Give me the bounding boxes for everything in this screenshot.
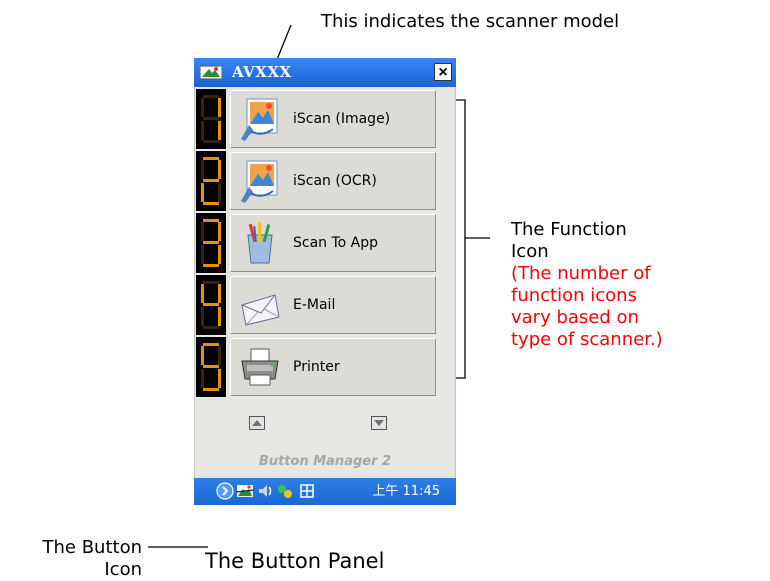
button-icon-annotation: The Button Icon: [42, 537, 143, 580]
digit-display-4: [196, 275, 226, 335]
arrow-up-icon: [252, 420, 262, 426]
iscan-image-label: iScan (Image): [293, 111, 391, 127]
digit-display-2: [196, 151, 226, 211]
network-icon[interactable]: [276, 482, 294, 500]
iscan-ocr-icon: [241, 160, 278, 203]
digit-display-3: [196, 213, 226, 273]
function-row-1: iScan (Image): [194, 88, 456, 150]
clock[interactable]: 上午 11:45: [372, 483, 440, 500]
function-icon-annotation: The Function Icon (The number of functio…: [511, 219, 731, 351]
volume-icon[interactable]: [256, 482, 274, 500]
printer-icon: [241, 348, 279, 386]
arrow-down-icon: [374, 420, 384, 426]
scan-to-app-icon: [247, 222, 273, 264]
button-panel-window: AVXXX × iScan (Image) iScan (OCR) Scan T…: [194, 58, 456, 505]
function-row-2: iScan (OCR): [194, 150, 456, 212]
email-button[interactable]: E-Mail: [230, 276, 436, 334]
scroll-down-button[interactable]: [371, 416, 387, 430]
scanner-icon: [200, 65, 222, 80]
function-row-4: E-Mail: [194, 274, 456, 336]
digit-4: [201, 281, 221, 329]
printer-label: Printer: [293, 359, 340, 375]
iscan-image-icon: [241, 98, 278, 141]
scan-to-app-label: Scan To App: [293, 235, 379, 251]
iscan-ocr-button[interactable]: iScan (OCR): [230, 152, 436, 210]
panel-caption: The Button Panel: [205, 549, 385, 573]
scroll-up-button[interactable]: [249, 416, 265, 430]
language-icon[interactable]: [298, 482, 316, 500]
function-row-3: Scan To App: [194, 212, 456, 274]
email-label: E-Mail: [293, 297, 336, 313]
window-title: AVXXX: [232, 63, 292, 81]
digit-1: [201, 95, 221, 143]
show-hidden-icons-icon[interactable]: [216, 482, 234, 500]
iscan-image-button[interactable]: iScan (Image): [230, 90, 436, 148]
taskbar-tray: 上午 11:45: [194, 478, 456, 505]
function-icon-note: (The number of function icons vary based…: [511, 263, 663, 350]
function-icon-title: The Function Icon: [511, 219, 627, 262]
iscan-ocr-label: iScan (OCR): [293, 173, 377, 189]
digit-display-1: [196, 89, 226, 149]
scan-to-app-button[interactable]: Scan To App: [230, 214, 436, 272]
digit-5: [201, 343, 221, 391]
digit-2: [201, 157, 221, 205]
printer-button[interactable]: Printer: [230, 338, 436, 396]
close-button[interactable]: ×: [434, 63, 452, 81]
email-icon: [241, 294, 280, 326]
title-bar[interactable]: AVXXX ×: [194, 58, 456, 87]
digit-display-5: [196, 337, 226, 397]
function-row-5: Printer: [194, 336, 456, 398]
digit-3: [201, 219, 221, 267]
button-manager-tray-icon[interactable]: [236, 482, 254, 500]
brand-label: Button Manager 2: [258, 454, 392, 469]
